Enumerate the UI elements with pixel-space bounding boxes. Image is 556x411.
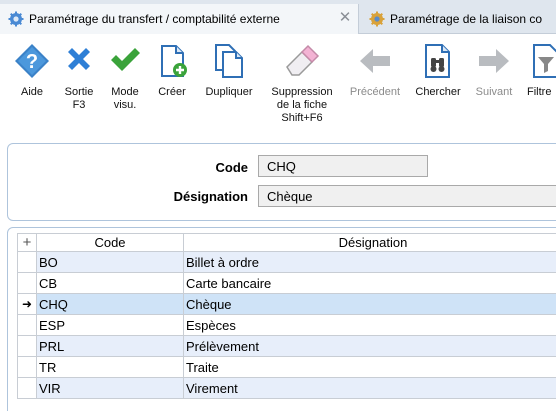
cell-designation[interactable]: Espèces bbox=[183, 314, 556, 336]
records-table: + Code Désignation BO Billet à ordre CB … bbox=[17, 233, 556, 399]
designation-label: Désignation bbox=[173, 189, 248, 204]
duplicate-label: Dupliquer bbox=[205, 86, 253, 98]
table-row[interactable]: CB Carte bancaire bbox=[17, 272, 556, 294]
cell-code[interactable]: VIR bbox=[36, 377, 184, 399]
row-indicator bbox=[17, 272, 37, 294]
toolbar: ? Aide Sortie F3 Mode visu. Créer Dupliq… bbox=[0, 35, 556, 135]
settings-gear-icon bbox=[369, 11, 385, 27]
view-mode-button[interactable]: Mode visu. bbox=[104, 43, 146, 133]
next-label: Suivant bbox=[475, 86, 513, 98]
row-indicator bbox=[17, 314, 37, 336]
help-label: Aide bbox=[20, 86, 44, 98]
exit-button[interactable]: Sortie F3 bbox=[58, 43, 100, 133]
svg-text:?: ? bbox=[26, 51, 38, 73]
cell-code[interactable]: TR bbox=[36, 356, 184, 378]
cell-code[interactable]: PRL bbox=[36, 335, 184, 357]
cell-designation[interactable]: Billet à ordre bbox=[183, 251, 556, 273]
delete-record-label: Suppression de la fiche Shift+F6 bbox=[271, 86, 333, 124]
arrow-left-icon bbox=[360, 49, 390, 73]
table-row-selected[interactable]: ➜ CHQ Chèque bbox=[17, 293, 556, 315]
close-icon bbox=[68, 48, 90, 70]
cell-designation[interactable]: Prélèvement bbox=[183, 335, 556, 357]
arrow-right-icon bbox=[479, 49, 509, 73]
current-row-arrow-icon: ➜ bbox=[17, 293, 37, 315]
duplicate-button[interactable]: Dupliquer bbox=[199, 43, 259, 133]
table-row[interactable]: ESP Espèces bbox=[17, 314, 556, 336]
column-chooser[interactable]: + bbox=[17, 233, 37, 252]
column-header-designation[interactable]: Désignation bbox=[183, 233, 556, 252]
search-label: Chercher bbox=[415, 86, 461, 98]
tab-label: Paramétrage de la liaison co bbox=[390, 12, 543, 26]
row-indicator bbox=[17, 335, 37, 357]
cell-designation[interactable]: Carte bancaire bbox=[183, 272, 556, 294]
checkmark-icon bbox=[111, 48, 140, 71]
tab-parametrage-liaison[interactable]: Paramétrage de la liaison co bbox=[361, 4, 556, 34]
search-button[interactable]: Chercher bbox=[409, 43, 467, 133]
table-row[interactable]: PRL Prélèvement bbox=[17, 335, 556, 357]
tab-bar: Paramétrage du transfert / comptabilité … bbox=[0, 0, 556, 34]
duplicate-icon bbox=[215, 44, 243, 78]
previous-label: Précédent bbox=[349, 86, 401, 98]
create-label: Créer bbox=[158, 86, 186, 98]
next-button[interactable]: Suivant bbox=[469, 43, 519, 133]
cell-code[interactable]: BO bbox=[36, 251, 184, 273]
filter-document-icon bbox=[533, 44, 556, 78]
help-button[interactable]: ? Aide bbox=[13, 43, 51, 133]
binoculars-document-icon bbox=[425, 44, 450, 78]
table-row[interactable]: BO Billet à ordre bbox=[17, 251, 556, 273]
create-button[interactable]: Créer bbox=[152, 43, 192, 133]
table-header-row: + Code Désignation bbox=[17, 233, 556, 252]
designation-field[interactable] bbox=[258, 185, 556, 207]
help-icon: ? bbox=[15, 44, 49, 78]
settings-gear-icon bbox=[8, 11, 24, 27]
code-field[interactable] bbox=[258, 155, 428, 177]
previous-button[interactable]: Précédent bbox=[343, 43, 407, 133]
delete-record-button[interactable]: Suppression de la fiche Shift+F6 bbox=[262, 43, 342, 133]
code-label: Code bbox=[215, 160, 249, 175]
table-row[interactable]: TR Traite bbox=[17, 356, 556, 378]
cell-designation[interactable]: Virement bbox=[183, 377, 556, 399]
add-column-icon: + bbox=[22, 233, 32, 251]
row-indicator bbox=[17, 377, 37, 399]
new-document-icon bbox=[161, 45, 187, 77]
filter-label: Filtre bbox=[527, 86, 552, 98]
cell-designation[interactable]: Traite bbox=[183, 356, 556, 378]
cell-designation[interactable]: Chèque bbox=[183, 293, 556, 315]
tab-label: Paramétrage du transfert / comptabilité … bbox=[29, 12, 280, 26]
close-tab-icon[interactable]: ✕ bbox=[338, 10, 352, 25]
column-header-code[interactable]: Code bbox=[36, 233, 184, 252]
cell-code[interactable]: CHQ bbox=[36, 293, 184, 315]
view-mode-label: Mode visu. bbox=[111, 86, 139, 111]
row-indicator bbox=[17, 251, 37, 273]
table-row[interactable]: VIR Virement bbox=[17, 377, 556, 399]
cell-code[interactable]: ESP bbox=[36, 314, 184, 336]
tab-parametrage-transfert[interactable]: Paramétrage du transfert / comptabilité … bbox=[0, 4, 359, 34]
exit-label: Sortie F3 bbox=[64, 86, 94, 111]
row-indicator bbox=[17, 356, 37, 378]
filter-button[interactable]: Filtre bbox=[527, 43, 556, 133]
eraser-icon bbox=[286, 44, 320, 76]
cell-code[interactable]: CB bbox=[36, 272, 184, 294]
